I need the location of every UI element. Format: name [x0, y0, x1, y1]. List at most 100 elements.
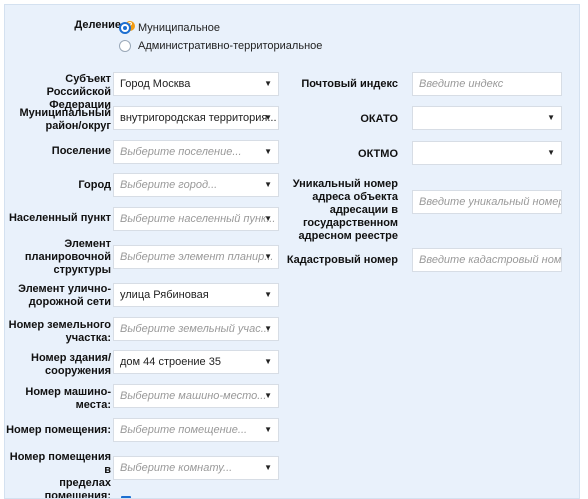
field-placeholder: Выберите поселение...	[120, 146, 242, 158]
right-field-label-line: Кадастровый номер	[286, 254, 398, 266]
field-placeholder: Введите индекс	[419, 78, 504, 90]
left-field-select[interactable]: Выберите помещение... ▼	[113, 418, 279, 442]
right-field-label-line: адреса объекта	[312, 191, 398, 203]
left-field-label-line: сооружения	[45, 365, 111, 377]
radio-administrative-label: Административно-территориальное	[138, 40, 323, 52]
left-field-label-line: пределах	[59, 477, 111, 489]
field-placeholder: Выберите помещение...	[120, 424, 248, 436]
left-field-label-line: Элемент	[64, 238, 111, 250]
dropdown-caret-icon[interactable]: ▼	[264, 318, 272, 340]
left-field-label: Номер помещения в пределах помещения:	[5, 451, 111, 499]
left-field-select[interactable]: Выберите поселение... ▼	[113, 140, 279, 164]
field-value: Город Москва	[120, 78, 191, 90]
left-field-select[interactable]: Выберите город... ▼	[113, 173, 279, 197]
field-placeholder: Введите уникальный номер	[419, 196, 562, 208]
left-field-select[interactable]: улица Рябиновая ▼	[113, 283, 279, 307]
radio-municipal-label: Муниципальное	[138, 22, 220, 34]
dropdown-caret-icon[interactable]: ▼	[264, 141, 272, 163]
field-placeholder: Выберите машино-место...	[120, 390, 267, 402]
dropdown-caret-icon[interactable]: ▼	[264, 174, 272, 196]
right-field-input[interactable]: Введите индекс	[412, 72, 562, 96]
field-placeholder: Выберите комнату...	[120, 462, 233, 474]
left-field-label-line: Номер помещения в	[9, 451, 111, 476]
left-field-label-line: Населенный пункт	[8, 212, 111, 224]
radio-checked-icon[interactable]	[119, 22, 131, 34]
division-label-text: Деление	[74, 19, 121, 31]
right-field-label-line: Уникальный номер	[292, 178, 398, 190]
dropdown-caret-icon[interactable]: ▼	[547, 142, 555, 164]
field-placeholder: Выберите земельный учас...	[120, 323, 270, 335]
left-field-label: Элемент улично-дорожной сети	[5, 283, 111, 309]
dropdown-caret-icon[interactable]: ▼	[264, 284, 272, 306]
left-field-label-line: Город	[78, 179, 111, 191]
left-field-label-line: участка:	[65, 332, 111, 344]
dropdown-caret-icon[interactable]: ▼	[264, 457, 272, 479]
right-field-label-line: ОКАТО	[360, 113, 398, 125]
right-field-label-line: адресации в	[329, 204, 398, 216]
left-field-label-line: район/округ	[45, 120, 111, 132]
left-field-select[interactable]: Выберите комнату... ▼	[113, 456, 279, 480]
left-field-select[interactable]: Город Москва ▼	[113, 72, 279, 96]
field-placeholder: Введите кадастровый номер	[419, 254, 562, 266]
right-field-label: Кадастровый номер	[285, 254, 398, 267]
radio-unchecked-icon[interactable]	[119, 40, 131, 52]
dropdown-caret-icon[interactable]: ▼	[547, 107, 555, 129]
dropdown-caret-icon[interactable]: ▼	[264, 385, 272, 407]
left-field-label-line: Номер земельного	[8, 319, 111, 331]
right-field-label-line: адресном реестре	[298, 230, 398, 242]
radio-municipal[interactable]: Муниципальное	[119, 22, 220, 34]
left-field-label: Номер земельного участка:	[5, 319, 111, 345]
left-field-select[interactable]: дом 44 строение 35 ▼	[113, 350, 279, 374]
field-placeholder: Выберите элемент планир...	[120, 251, 274, 263]
left-field-label-line: Муниципальный	[19, 107, 111, 119]
right-field-label-line: ОКТМО	[358, 148, 398, 160]
right-field-label-line: Почтовый индекс	[301, 78, 398, 90]
right-field-label: ОКТМО	[285, 148, 398, 161]
left-field-label-line: дорожной сети	[28, 296, 111, 308]
left-field-label: Населенный пункт	[5, 212, 111, 225]
field-value: дом 44 строение 35	[120, 356, 221, 368]
dropdown-caret-icon[interactable]: ▼	[264, 208, 272, 230]
left-field-label: Город	[5, 179, 111, 192]
left-field-label-line: Элемент улично-	[18, 283, 111, 295]
left-field-label: Муниципальный район/округ	[5, 107, 111, 133]
dropdown-caret-icon[interactable]: ▼	[264, 246, 272, 268]
dropdown-caret-icon[interactable]: ▼	[264, 107, 272, 129]
left-field-label: Номер машино-места:	[5, 386, 111, 412]
left-field-label-line: Номер машино-	[25, 386, 111, 398]
dropdown-caret-icon[interactable]: ▼	[264, 351, 272, 373]
right-field-label: ОКАТО	[285, 113, 398, 126]
left-field-label: Поселение	[5, 145, 111, 158]
left-field-select[interactable]: Выберите машино-место... ▼	[113, 384, 279, 408]
right-field-label: Уникальный номер адреса объекта адресации …	[285, 178, 398, 243]
left-field-select[interactable]: Выберите элемент планир... ▼	[113, 245, 279, 269]
left-field-label: Номер помещения:	[5, 424, 111, 437]
left-field-label-line: Субъект Российской	[46, 73, 111, 98]
field-value: улица Рябиновая	[120, 289, 209, 301]
left-field-label-line: места:	[75, 399, 111, 411]
right-field-label: Почтовый индекс	[285, 78, 398, 91]
right-field-label-line: государственном	[302, 217, 398, 229]
right-field-select[interactable]: ▼	[412, 106, 562, 130]
right-field-select[interactable]: ▼	[412, 141, 562, 165]
left-field-label-line: планировочной	[24, 251, 111, 263]
field-placeholder: Выберите населенный пунк...	[120, 213, 276, 225]
left-field-label-line: помещения:	[44, 490, 111, 499]
radio-administrative[interactable]: Административно-территориальное	[119, 40, 322, 52]
left-field-label: Номер здания/сооружения	[5, 352, 111, 378]
field-placeholder: Выберите город...	[120, 179, 218, 191]
left-field-select[interactable]: Выберите населенный пунк... ▼	[113, 207, 279, 231]
field-value: внутригородская территория...	[120, 112, 277, 124]
address-form-panel: Деление? Муниципальное Административно-т…	[4, 4, 580, 499]
left-field-label: Элемент планировочной структуры	[5, 238, 111, 277]
dropdown-caret-icon[interactable]: ▼	[264, 73, 272, 95]
left-field-label-line: структуры	[53, 264, 111, 276]
left-field-label-line: Номер здания/	[31, 352, 111, 364]
right-field-input[interactable]: Введите уникальный номер	[412, 190, 562, 214]
dropdown-caret-icon[interactable]: ▼	[264, 419, 272, 441]
left-field-select[interactable]: Выберите земельный учас... ▼	[113, 317, 279, 341]
left-field-label-line: Номер помещения:	[6, 424, 111, 436]
left-field-label-line: Поселение	[51, 145, 111, 157]
left-field-select[interactable]: внутригородская территория... ▼	[113, 106, 279, 130]
right-field-input[interactable]: Введите кадастровый номер	[412, 248, 562, 272]
